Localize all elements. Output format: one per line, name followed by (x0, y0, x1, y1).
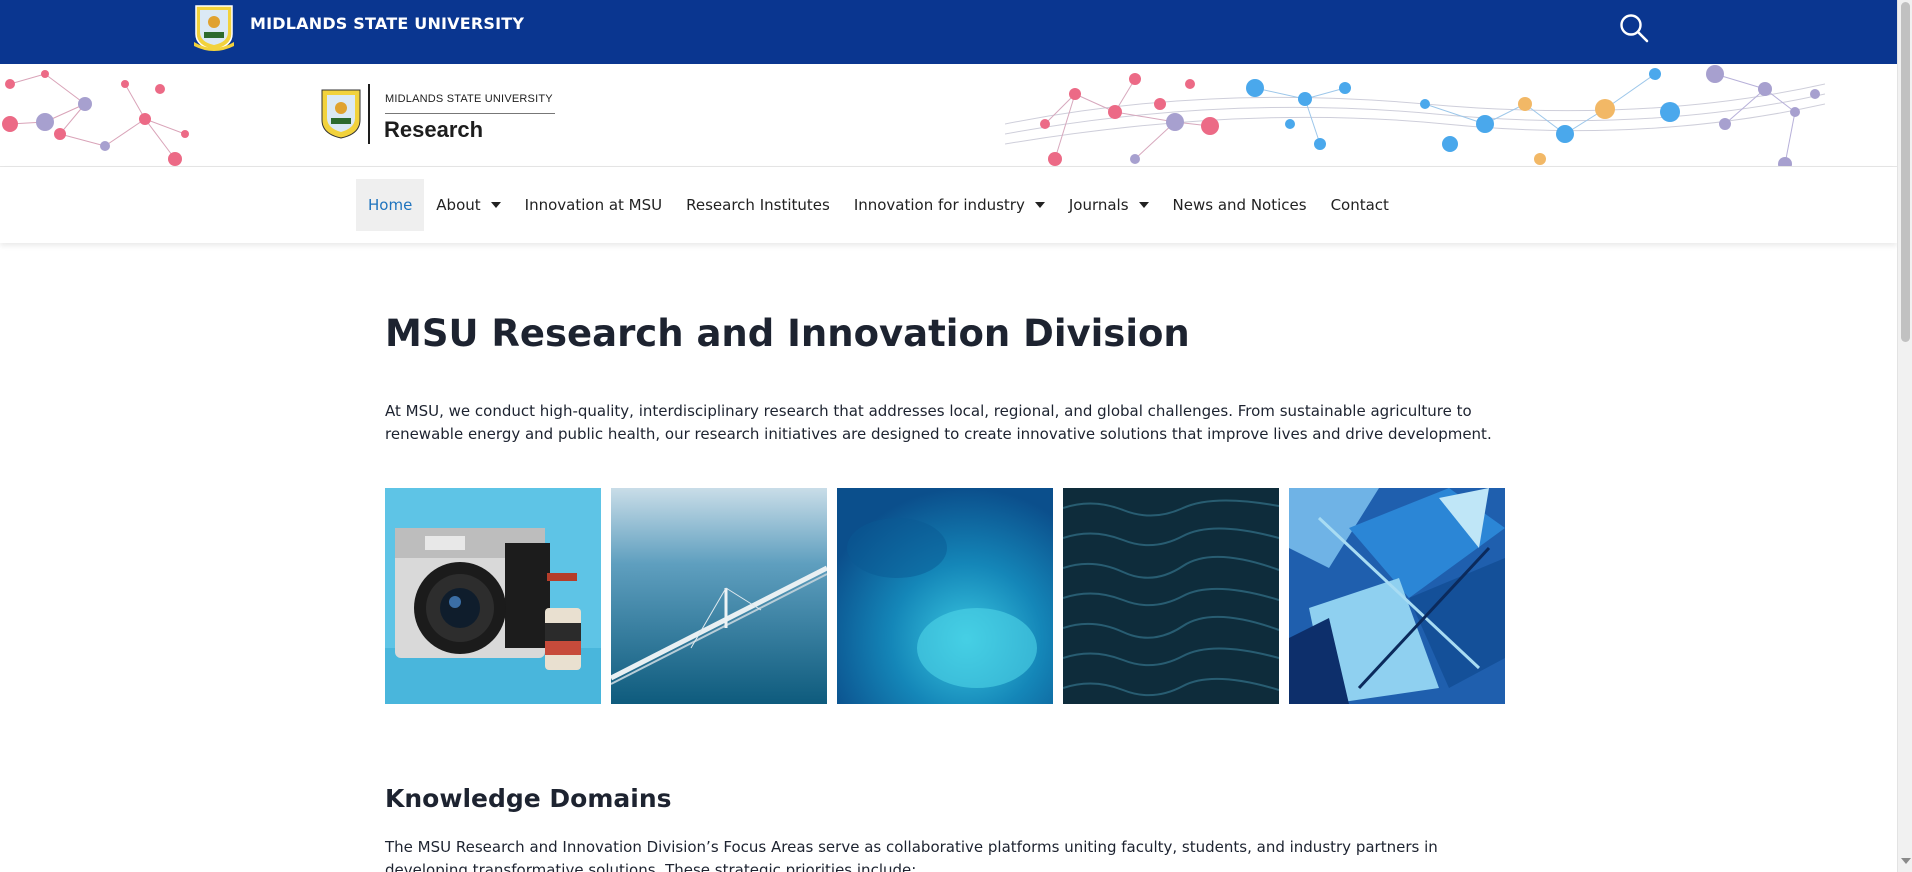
chevron-down-icon (490, 202, 501, 208)
page-scrollbar[interactable] (1897, 0, 1912, 872)
nav-item-label: News and Notices (1172, 196, 1307, 214)
search-icon[interactable] (1618, 12, 1650, 44)
camera-photo (385, 488, 601, 704)
logo-unit-name: Research (384, 117, 484, 142)
turquoise-water-photo (837, 488, 1053, 704)
nav-item-label: Contact (1330, 196, 1389, 214)
dark-ocean-photo (1063, 488, 1279, 704)
scrollbar-thumb[interactable] (1901, 2, 1910, 342)
blue-abstract-photo (1289, 488, 1505, 704)
logo-university-name: MIDLANDS STATE UNIVERSITY (385, 93, 553, 105)
chevron-down-icon (1138, 202, 1149, 208)
top-bar: MIDLANDS STATE UNIVERSITY (0, 0, 1897, 64)
gallery-image-turquoise-water[interactable] (837, 488, 1053, 704)
nav-item-label: Innovation for industry (853, 196, 1025, 214)
chevron-down-icon (1034, 202, 1045, 208)
focus-areas-paragraph: The MSU Research and Innovation Division… (385, 838, 1438, 872)
section-title-knowledge-domains: Knowledge Domains (385, 784, 672, 813)
gallery-image-blue-abstract[interactable] (1289, 488, 1505, 704)
nav-item-label: Innovation at MSU (524, 196, 663, 214)
university-crest-icon (321, 89, 361, 139)
scroll-down-arrow-icon[interactable] (1901, 858, 1911, 864)
intro-paragraph: At MSU, we conduct high-quality, interdi… (385, 402, 1492, 443)
site-banner: MIDLANDS STATE UNIVERSITY Research (0, 64, 1897, 167)
nav-item-label: Journals (1068, 196, 1129, 214)
site-logo[interactable]: MIDLANDS STATE UNIVERSITY Research (318, 84, 558, 146)
nav-item-label: About (436, 196, 481, 214)
nav-item-contact[interactable]: Contact (1319, 179, 1401, 231)
gallery-image-bridge[interactable] (611, 488, 827, 704)
molecule-decoration-right (1005, 65, 1825, 166)
nav-item-label: Home (368, 196, 413, 214)
nav-item-research-institutes[interactable]: Research Institutes (674, 179, 842, 231)
university-name[interactable]: MIDLANDS STATE UNIVERSITY (250, 14, 524, 33)
gallery-image-dark-ocean[interactable] (1063, 488, 1279, 704)
nav-item-journals[interactable]: Journals (1057, 179, 1161, 231)
main-navigation: Home About Innovation at MSU Research In… (0, 167, 1897, 243)
nav-item-innovation-at-msu[interactable]: Innovation at MSU (513, 179, 674, 231)
page-title: MSU Research and Innovation Division (385, 312, 1190, 355)
gallery-image-camera[interactable] (385, 488, 601, 704)
bridge-photo (611, 488, 827, 704)
nav-item-news-and-notices[interactable]: News and Notices (1161, 179, 1319, 231)
nav-item-home[interactable]: Home (356, 179, 425, 231)
nav-item-label: Research Institutes (686, 196, 830, 214)
molecule-decoration-left (2, 70, 189, 166)
nav-item-about[interactable]: About (424, 179, 512, 231)
image-gallery (385, 488, 1507, 704)
nav-item-innovation-for-industry[interactable]: Innovation for industry (842, 179, 1057, 231)
logo-divider (368, 84, 370, 144)
nav-menu: Home About Innovation at MSU Research In… (356, 179, 1401, 231)
university-crest-icon[interactable] (192, 4, 236, 52)
logo-rule (385, 113, 555, 114)
